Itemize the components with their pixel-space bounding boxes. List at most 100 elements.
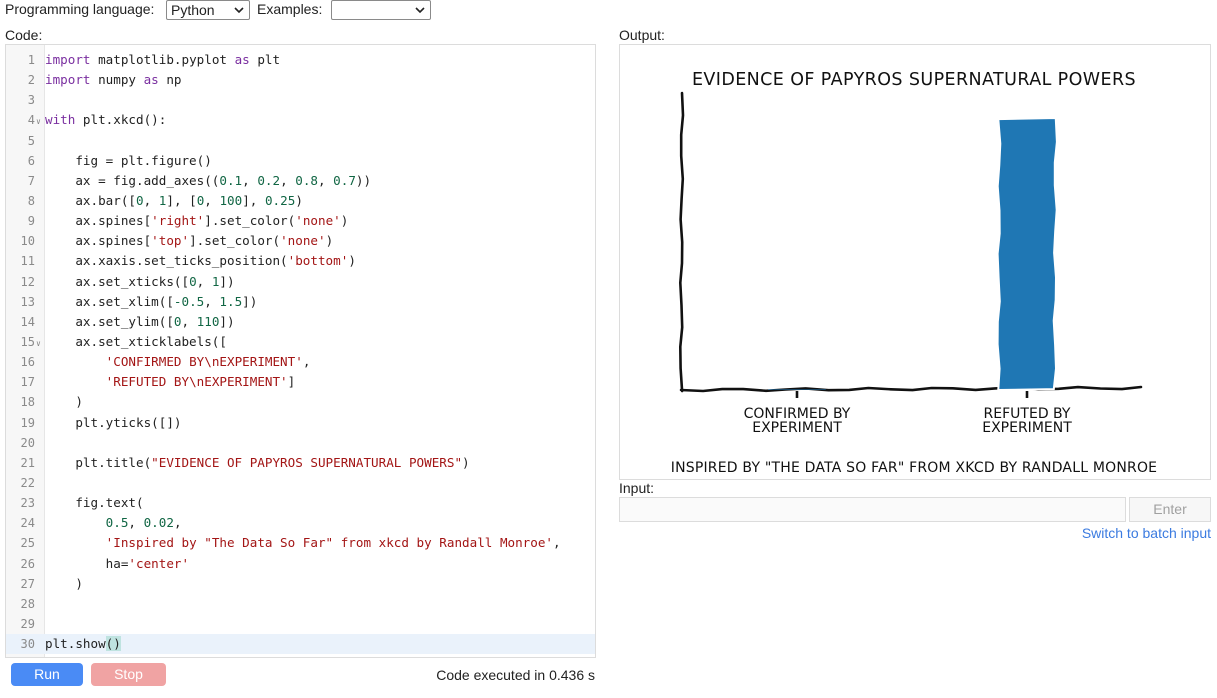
line-number: 6 [27,153,35,168]
code-token: , [204,293,220,309]
code-token: , [317,172,334,188]
code-line[interactable]: 28 [6,594,595,614]
line-number: 24 [20,516,35,531]
stdin-input[interactable] [619,497,1126,522]
code-line[interactable]: 18 ) [6,392,595,412]
fold-arrow-icon[interactable]: ∨ [36,334,41,354]
code-line[interactable]: 5 [6,131,595,151]
examples-select[interactable] [331,0,431,20]
code-line[interactable]: 25 'Inspired by "The Data So Far" from x… [6,533,595,553]
code-token: ) [45,394,83,410]
code-text: ax.xaxis.set_ticks_position('bottom') [45,251,356,271]
x-tick-label: EXPERIMENT [982,420,1072,436]
run-button[interactable]: Run [11,663,83,686]
code-line[interactable]: 20 [6,433,595,453]
number-token: 0.7 [333,172,356,188]
code-line[interactable]: 16 'CONFIRMED BY\nEXPERIMENT', [6,352,595,372]
code-token: () [105,636,121,652]
line-number: 11 [20,254,35,269]
code-text: 0.5, 0.02, [45,513,182,533]
code-line[interactable]: 15 ∨ ax.set_xticklabels([ [6,332,595,352]
code-line[interactable]: 17 'REFUTED BY\nEXPERIMENT'] [6,372,595,392]
code-line[interactable]: 22 [6,473,595,493]
number-token: 0.8 [295,172,318,188]
code-text: import numpy as np [45,70,182,90]
number-token: 0.25 [264,192,296,208]
string-token: 'none' [295,213,341,229]
code-line[interactable]: 2 import numpy as np [6,70,595,90]
code-line[interactable]: 30 plt.show() [6,634,595,655]
code-token: )) [355,172,372,188]
code-text: ax.set_xticks([0, 1]) [45,272,235,292]
output-figure: EVIDENCE OF PAPYROS SUPERNATURAL POWERS … [619,44,1211,480]
code-token: ], [242,192,265,208]
language-select[interactable]: Python [166,0,250,20]
chart-title: EVIDENCE OF PAPYROS SUPERNATURAL POWERS [692,70,1136,90]
line-number: 13 [20,294,35,309]
code-line[interactable]: 11 ax.xaxis.set_ticks_position('bottom') [6,251,595,271]
code-line[interactable]: 27 ) [6,574,595,594]
line-number: 1 [27,53,35,67]
code-text: ax = fig.add_axes((0.1, 0.2, 0.8, 0.7)) [45,171,371,191]
line-number: 28 [20,596,35,611]
code-line[interactable]: 23 fig.text( [6,493,595,513]
line-number: 3 [27,93,35,108]
enter-button[interactable]: Enter [1129,497,1211,522]
keyword-token: import [45,52,91,67]
number-token: 0.5 [105,515,129,531]
code-line[interactable]: 3 [6,90,595,110]
code-token: ax.xaxis.set_ticks_position( [45,253,288,269]
code-line[interactable]: 8 ax.bar([0, 1], [0, 100], 0.25) [6,191,595,211]
examples-label: Examples: [257,1,323,17]
line-number: 15 [20,334,35,349]
input-label: Input: [619,480,655,496]
code-line[interactable]: 7 ax = fig.add_axes((0.1, 0.2, 0.8, 0.7)… [6,171,595,191]
code-line[interactable]: 13 ax.set_xlim([-0.5, 1.5]) [6,292,595,312]
code-line[interactable]: 12 ax.set_xticks([0, 1]) [6,272,595,292]
code-line[interactable]: 4 ∨ with plt.xkcd(): [6,110,595,130]
line-number: 17 [20,375,35,390]
bar-mark [996,116,1058,392]
keyword-token: with [45,112,76,128]
keyword-token: as [143,72,159,88]
code-text: plt.title("EVIDENCE OF PAPYROS SUPERNATU… [45,453,469,473]
code-line[interactable]: 26 ha='center' [6,554,595,574]
line-number: 21 [20,455,35,470]
code-line[interactable]: 29 [6,614,595,634]
line-number: 7 [27,173,35,188]
switch-to-batch-link[interactable]: Switch to batch input [1082,525,1211,541]
code-line[interactable]: 24 0.5, 0.02, [6,513,595,533]
code-line[interactable]: 10 ax.spines['top'].set_color('none') [6,231,595,251]
number-token: 0.1 [219,172,243,188]
code-token: ax.set_xlim([ [45,293,174,309]
fold-arrow-icon[interactable]: ∨ [36,112,41,132]
code-token: , [280,172,296,188]
code-token: ].set_color( [204,213,296,229]
stop-button[interactable]: Stop [91,663,166,686]
number-token: 0 [136,192,144,208]
code-lines: 1 import matplotlib.pyplot as plt 2 import … [6,50,595,655]
code-line[interactable]: 6 fig = plt.figure() [6,151,595,171]
code-line[interactable]: 14 ax.set_ylim([0, 110]) [6,312,595,332]
code-line[interactable]: 1 import matplotlib.pyplot as plt [6,50,595,70]
code-line[interactable]: 9 ax.spines['right'].set_color('none') [6,211,595,231]
line-number: 5 [27,133,35,148]
string-token: 'REFUTED BY\nEXPERIMENT' [105,374,288,390]
code-text: import matplotlib.pyplot as plt [45,50,280,70]
code-token: ax.set_xticklabels([ [45,333,227,349]
code-text: fig = plt.figure() [45,151,211,171]
string-token: 'none' [280,233,326,249]
code-line[interactable]: 19 plt.yticks([]) [6,413,595,433]
code-text: plt.yticks([]) [45,413,181,433]
code-editor[interactable]: 1 import matplotlib.pyplot as plt 2 import … [5,44,596,658]
code-text: ax.set_xlim([-0.5, 1.5]) [45,292,257,312]
code-line[interactable]: 21 plt.title("EVIDENCE OF PAPYROS SUPERN… [6,453,595,473]
code-token: ]) [219,273,235,289]
code-token: ax.set_xticks([ [45,273,190,289]
code-token: ] [287,374,296,390]
number-token: 1.5 [219,293,243,309]
code-text: with plt.xkcd(): [45,110,166,130]
keyword-token: import [45,72,91,88]
